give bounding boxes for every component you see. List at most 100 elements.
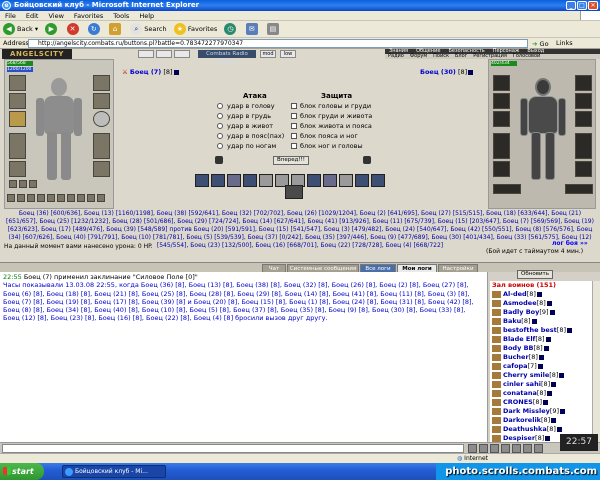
subnav-forum[interactable]: Форум	[407, 54, 430, 59]
list-item[interactable]: Baku[8]	[492, 317, 600, 326]
attack-button[interactable]: Вперед!!!	[273, 156, 309, 165]
menu-file[interactable]: File	[0, 11, 21, 20]
close-button[interactable]: ✕	[588, 1, 598, 10]
stop-button[interactable]: ✕	[66, 21, 81, 37]
list-item[interactable]: Darkorelik[8]	[492, 416, 600, 425]
gloves-slot[interactable]	[575, 75, 592, 91]
mail-button[interactable]: ✉	[245, 21, 260, 37]
list-item[interactable]: Blade Elf[8]	[492, 335, 600, 344]
search-button[interactable]: ⌕ Search	[130, 21, 167, 37]
subnav-search[interactable]: Поиск	[430, 54, 452, 59]
skill-slot[interactable]	[211, 174, 225, 187]
skill-slot[interactable]	[339, 174, 353, 187]
list-item[interactable]: Al-ded[8]	[492, 290, 600, 299]
special-skill-slot[interactable]	[285, 185, 303, 199]
scroll-slot[interactable]	[37, 194, 45, 202]
shield-slot[interactable]	[93, 93, 110, 109]
list-item[interactable]: Badly Boy[9]	[492, 308, 600, 317]
block-option-belly-belt[interactable]: блок живота и пояса	[291, 122, 372, 131]
radio-low-toggle[interactable]: low	[280, 50, 296, 58]
block-option-head-chest[interactable]: блок головы и груди	[291, 102, 371, 111]
subnav-radio[interactable]: Радио	[385, 54, 407, 59]
block-option-legs-head[interactable]: блок ног и головы	[291, 142, 363, 151]
attack-option-belly[interactable]: удар в живот	[217, 122, 273, 131]
skill-slot[interactable]	[259, 174, 273, 187]
leggings-slot[interactable]	[575, 133, 592, 159]
back-button[interactable]: ◀ Back ▾	[3, 21, 38, 37]
belt-item-slot[interactable]	[493, 184, 521, 194]
ring-slot[interactable]	[9, 180, 17, 188]
helmet-slot[interactable]	[9, 75, 26, 91]
shield-slot[interactable]	[575, 93, 592, 109]
list-item[interactable]: bestofthe best[8]	[492, 326, 600, 335]
menu-tools[interactable]: Tools	[108, 11, 134, 20]
home-button[interactable]: ⌂	[109, 21, 123, 37]
attack-option-groin[interactable]: удар в пояс(пах)	[217, 132, 284, 141]
list-item[interactable]: cinler sahi[8]	[492, 380, 600, 389]
favorites-button[interactable]: ★ Favorites	[173, 21, 217, 37]
menu-help[interactable]: Help	[134, 11, 159, 20]
gloves-slot[interactable]	[93, 75, 110, 91]
belt-slot[interactable]	[493, 161, 510, 177]
skill-slot[interactable]	[323, 174, 337, 187]
weapon-slot[interactable]	[493, 111, 510, 127]
refresh-button[interactable]: ↻	[87, 21, 102, 37]
scroll-slot[interactable]	[57, 194, 65, 202]
scroll-slot[interactable]	[87, 194, 95, 202]
taskbar-item-browser[interactable]: Бойцовский клуб - Mi...	[62, 465, 166, 478]
shield-round-slot[interactable]	[93, 111, 110, 127]
belt-item-slot[interactable]	[565, 184, 593, 194]
scroll-slot[interactable]	[17, 194, 25, 202]
minimize-button[interactable]: _	[566, 1, 576, 10]
skill-slot[interactable]	[307, 174, 321, 187]
abilities-icon[interactable]	[156, 50, 172, 58]
block-option-belt-legs[interactable]: блок пояса и ног	[291, 132, 358, 141]
belt-slot[interactable]	[9, 161, 26, 177]
list-item[interactable]: cafopa[7]	[492, 362, 600, 371]
list-item[interactable]: Cherry smile[8]	[492, 371, 600, 380]
smiley-icon[interactable]	[479, 444, 488, 453]
scroll-slot[interactable]	[27, 194, 35, 202]
helmet-slot[interactable]	[493, 75, 510, 91]
warriors-scrollbar[interactable]	[592, 281, 600, 442]
battle-log-link[interactable]: лог боя »»	[552, 240, 588, 247]
print-button[interactable]: ▤	[266, 21, 281, 37]
radio-mod-toggle[interactable]: mod	[260, 50, 276, 58]
player-right-name[interactable]: Боец (30) [8]	[420, 68, 474, 76]
scroll-slot[interactable]	[67, 194, 75, 202]
amulet-slot[interactable]	[9, 93, 26, 109]
translit-icon[interactable]	[512, 444, 521, 453]
skill-slot[interactable]	[371, 174, 385, 187]
list-item[interactable]: Deathushka[8]	[492, 425, 600, 434]
attack-option-chest[interactable]: удар в грудь	[217, 112, 271, 121]
boots-slot[interactable]	[93, 161, 110, 177]
scroll-slot[interactable]	[7, 194, 15, 202]
settings-icon[interactable]	[523, 444, 532, 453]
links-button[interactable]: Links	[556, 38, 573, 48]
inventory-icon[interactable]	[138, 50, 154, 58]
ring-slot[interactable]	[29, 180, 37, 188]
attack-option-legs[interactable]: удар по ногам	[217, 142, 276, 151]
boots-slot[interactable]	[575, 161, 592, 177]
chat-input[interactable]	[2, 444, 464, 453]
list-item[interactable]: Asmodee[8]	[492, 299, 600, 308]
radio-player[interactable]: Combats Radio Online	[198, 50, 256, 65]
clear-icon[interactable]	[490, 444, 499, 453]
list-item[interactable]: Dark Missley[9]	[492, 407, 600, 416]
player-left-name[interactable]: ⚔ Боец (7) [8]	[122, 68, 179, 76]
forward-button[interactable]: ▶	[45, 21, 59, 37]
address-input[interactable]: http://angelscity.combats.ru/buttons.pl?…	[28, 39, 528, 48]
menu-view[interactable]: View	[43, 11, 68, 20]
map-icon[interactable]	[174, 50, 190, 58]
leggings-slot[interactable]	[93, 133, 110, 159]
maximize-button[interactable]: □	[577, 1, 587, 10]
weapon-slot[interactable]	[575, 111, 592, 127]
list-item[interactable]: Bucher[8]	[492, 353, 600, 362]
list-item[interactable]: CRONES[8]	[492, 398, 600, 407]
list-item[interactable]: conatana[8]	[492, 389, 600, 398]
block-option-chest-belly[interactable]: блок груди и живота	[291, 112, 372, 121]
exit-icon[interactable]	[534, 444, 543, 453]
amulet-slot[interactable]	[493, 93, 510, 109]
weapon-slot[interactable]	[9, 111, 26, 127]
ring-slot[interactable]	[19, 180, 27, 188]
